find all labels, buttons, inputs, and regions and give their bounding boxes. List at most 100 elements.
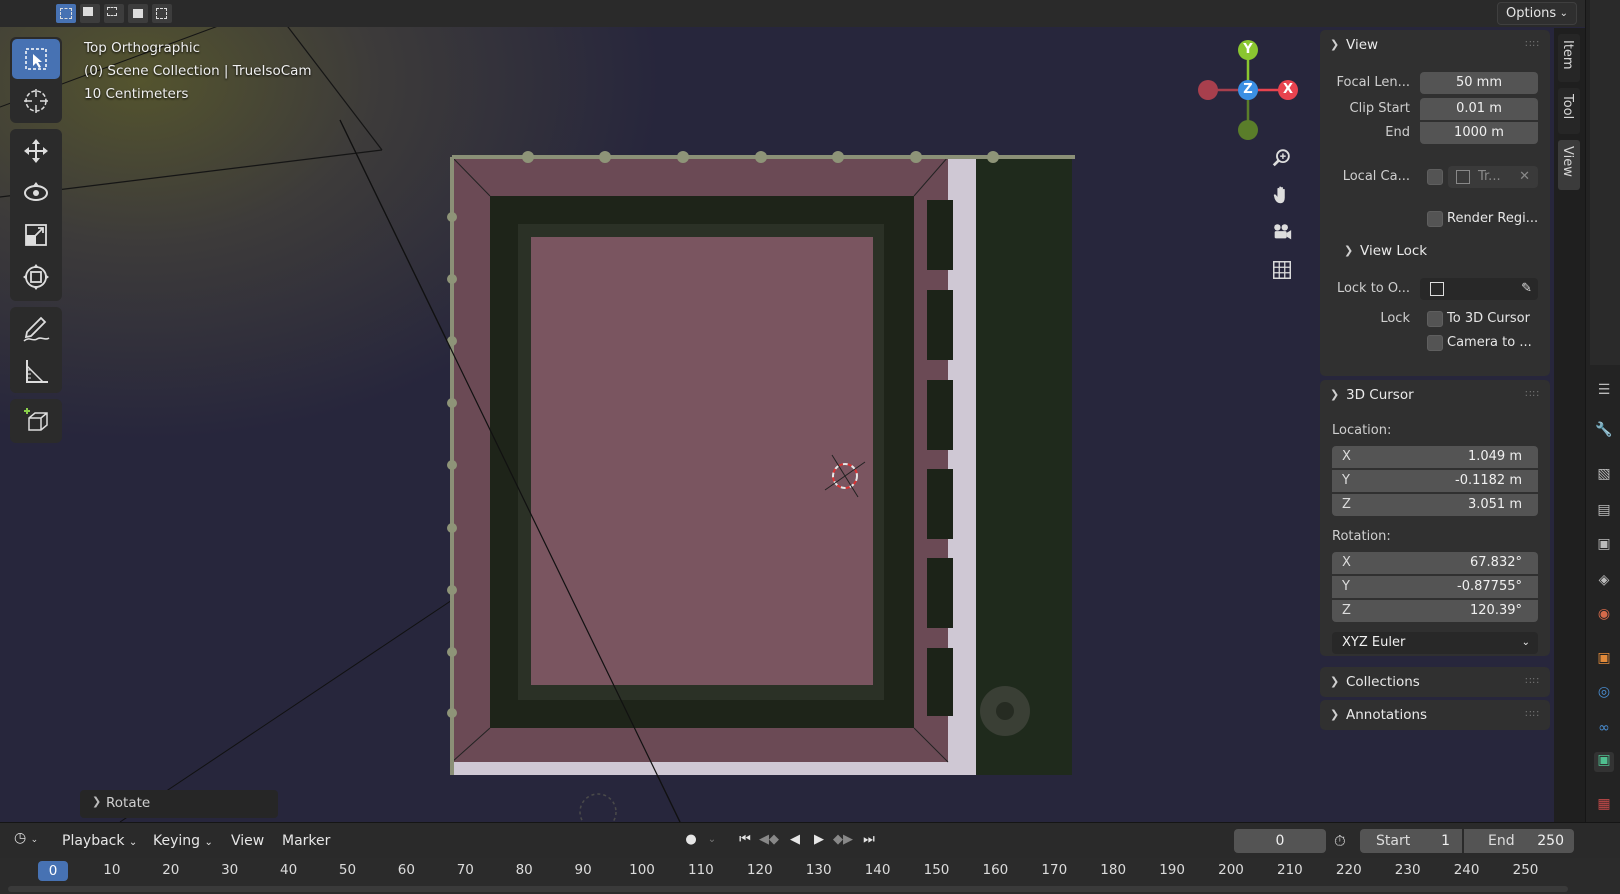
marker-menu[interactable]: Marker [282,830,330,852]
start-frame-field[interactable]: Start 1 [1360,829,1462,853]
drag-grip-icon[interactable]: ∷∷ [1525,667,1540,697]
select-mode-subtract-icon[interactable] [104,4,124,23]
lock-to-3d-cursor-checkbox[interactable] [1427,311,1443,327]
gizmo-z-axis[interactable]: Z [1238,80,1258,100]
drag-grip-icon[interactable]: ∷∷ [1525,700,1540,730]
annotations-panel-header[interactable]: ❯ Annotations ∷∷ [1320,700,1550,730]
options-dropdown[interactable]: Options ⌄ [1497,2,1577,25]
end-frame-field[interactable]: End 250 [1464,829,1574,853]
drag-grip-icon[interactable]: ∷∷ [1525,380,1540,410]
drag-grip-icon[interactable]: ∷∷ [1525,30,1540,60]
view-panel-header[interactable]: ❯ View ∷∷ [1320,30,1550,60]
cursor-tool-icon[interactable] [12,81,60,121]
annotations-panel[interactable]: ❯ Annotations ∷∷ [1320,700,1550,730]
camera-data-properties-icon[interactable]: ▣ [1594,752,1614,772]
select-box-tool-icon[interactable] [12,39,60,79]
jump-start-icon[interactable]: ⏮ [733,828,757,852]
rotation-y-value: -0.87755° [1457,579,1522,594]
location-z-field[interactable]: Z 3.051 m [1332,494,1538,516]
timeline-tick-label: 100 [629,862,655,878]
jump-end-icon[interactable]: ⏭ [857,828,881,852]
tab-item[interactable]: Item [1558,34,1580,82]
lock-to-object-field[interactable]: ✎ [1420,278,1538,300]
camera-to-view-checkbox[interactable] [1427,335,1443,351]
select-mode-difference-icon[interactable] [128,4,148,23]
timeline-scrollbar[interactable] [8,886,1568,892]
world-properties-icon[interactable]: ◉ [1594,606,1614,626]
keying-menu[interactable]: Keying ⌄ [153,830,213,852]
local-camera-checkbox[interactable] [1427,169,1443,185]
keying-options-chevron-icon[interactable]: ⌄ [700,828,724,852]
timeline-tick-label: 250 [1512,862,1539,878]
location-y-field[interactable]: Y -0.1182 m [1332,470,1538,492]
scene-properties-icon[interactable]: ◈ [1594,572,1614,592]
gizmo-y-axis[interactable]: Y [1238,40,1258,60]
playback-menu[interactable]: Playback ⌄ [62,830,137,852]
view-menu[interactable]: View [231,830,264,852]
tab-tool[interactable]: Tool [1558,88,1580,134]
scale-tool-icon[interactable] [12,215,60,255]
pan-hand-icon[interactable] [1267,180,1297,210]
clip-end-field[interactable]: 1000 m [1420,122,1538,144]
object-properties-icon[interactable]: ▣ [1594,650,1614,670]
toolbar-settings-icon[interactable]: ☰ [1594,382,1614,402]
gizmo-x-axis[interactable]: X [1278,80,1298,100]
constraints-properties-icon[interactable]: ∞ [1594,720,1614,740]
timeline-tick-label: 210 [1277,862,1303,878]
current-frame-field[interactable]: 0 [1234,829,1326,853]
chevron-right-icon: ❯ [1330,708,1340,721]
current-frame-value: 0 [1275,833,1285,849]
chevron-down-icon: ❯ [1330,388,1340,401]
add-cube-tool-icon[interactable] [12,401,60,441]
local-camera-field[interactable]: Tr... ✕ [1448,166,1538,188]
3d-viewport[interactable]: Options ⌄ Top Orthographic (0) Scene Coll… [0,0,1585,822]
texture-properties-icon[interactable]: ▦ [1594,796,1614,816]
axis-label: X [1342,555,1351,570]
clear-x-icon[interactable]: ✕ [1519,166,1530,188]
camera-view-icon[interactable] [1267,217,1297,247]
zoom-icon[interactable] [1267,143,1297,173]
tab-view[interactable]: View [1558,140,1580,190]
rotation-y-field[interactable]: Y -0.87755° [1332,576,1538,598]
transform-tool-icon[interactable] [12,257,60,297]
eyedropper-icon[interactable]: ✎ [1521,278,1532,300]
toolbar-group-transform [10,129,62,301]
view-name: Top Orthographic [84,40,201,56]
output-properties-icon[interactable]: ▤ [1594,502,1614,522]
ortho-grid-icon[interactable] [1267,255,1297,285]
cursor-panel-header[interactable]: ❯ 3D Cursor ∷∷ [1320,380,1550,410]
collections-panel[interactable]: ❯ Collections ∷∷ [1320,667,1550,697]
next-keyframe-icon[interactable]: ◆▶ [831,828,855,852]
prev-keyframe-icon[interactable]: ◀◆ [757,828,781,852]
rotate-tool-icon[interactable] [12,173,60,213]
play-reverse-icon[interactable]: ◀ [783,828,807,852]
rotation-x-field[interactable]: X 67.832° [1332,552,1538,574]
rotation-z-field[interactable]: Z 120.39° [1332,600,1538,622]
move-tool-icon[interactable] [12,131,60,171]
measure-tool-icon[interactable] [12,351,60,391]
chevron-down-icon: ❯ [1344,244,1354,257]
view-layer-icon[interactable]: ▣ [1594,536,1614,556]
last-operator-panel[interactable]: ❯ Rotate [80,790,278,818]
annotate-tool-icon[interactable] [12,309,60,349]
view-lock-header[interactable]: ❯ View Lock [1334,236,1427,266]
editor-type-icon[interactable]: ◷ ⌄ [14,830,48,852]
select-mode-intersect-icon[interactable] [152,4,172,23]
start-label: Start [1376,833,1411,849]
focal-length-field[interactable]: 50 mm [1420,72,1538,94]
play-icon[interactable]: ▶ [807,828,831,852]
rotation-mode-dropdown[interactable]: XYZ Euler ⌄ [1332,632,1538,654]
location-x-field[interactable]: X 1.049 m [1332,446,1538,468]
camera-object-icon [1456,170,1470,184]
select-mode-extend-icon[interactable] [80,4,100,23]
render-properties-icon[interactable]: ▧ [1594,466,1614,486]
clip-start-field[interactable]: 0.01 m [1420,98,1538,120]
stopwatch-icon[interactable]: ⏱ [1334,829,1356,853]
select-mode-new-icon[interactable] [56,4,76,23]
physics-properties-icon[interactable]: ◎ [1594,684,1614,704]
playhead-frame-badge[interactable]: 0 [38,861,68,881]
tool-properties-icon[interactable]: 🔧 [1594,422,1614,442]
timeline-tick-label: 80 [515,862,533,878]
render-region-checkbox[interactable] [1427,211,1443,227]
collections-panel-header[interactable]: ❯ Collections ∷∷ [1320,667,1550,697]
